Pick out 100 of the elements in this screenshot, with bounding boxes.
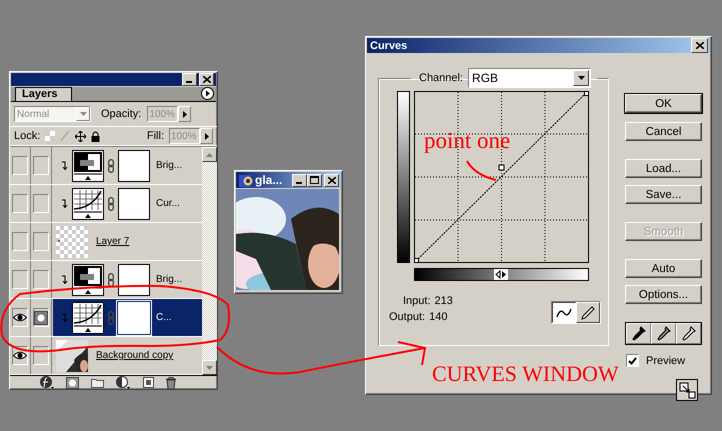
eye-icon[interactable] <box>13 351 27 360</box>
mask-thumbnail[interactable] <box>118 264 150 296</box>
link-icon[interactable] <box>108 272 114 286</box>
minimize-button[interactable] <box>292 174 307 186</box>
curves-thumbnail-icon <box>72 188 104 220</box>
maximize-icon <box>310 176 319 184</box>
mask-icon[interactable] <box>66 376 79 388</box>
close-button[interactable] <box>199 73 214 86</box>
brightness-thumbnail-icon <box>72 264 104 296</box>
layer-name: Brig... <box>156 274 182 285</box>
close-icon <box>696 42 704 49</box>
resize-toggle-icon[interactable] <box>676 379 698 401</box>
fill-arrow-button[interactable] <box>200 128 213 144</box>
dialog-button[interactable]: Load... <box>625 159 702 178</box>
dialog-button[interactable]: Save... <box>625 185 702 204</box>
annotation-text: point one <box>424 129 510 152</box>
visibility-toggle[interactable] <box>12 346 28 365</box>
channel-label: Channel: <box>419 72 464 84</box>
folder-icon[interactable] <box>91 378 104 388</box>
visibility-toggle[interactable] <box>12 194 28 213</box>
layer-row[interactable]: Layer 7 <box>53 223 202 260</box>
close-button[interactable] <box>691 38 708 53</box>
visibility-toggle[interactable] <box>12 270 28 289</box>
link-toggle[interactable] <box>33 270 49 289</box>
transparent-thumbnail-icon <box>56 226 88 258</box>
caret-right-icon <box>182 110 187 118</box>
pencil-icon <box>581 306 595 320</box>
window-title: Curves <box>370 40 408 52</box>
input-gradient-bar[interactable] <box>414 268 589 281</box>
layer-row[interactable]: Background copy <box>53 337 202 374</box>
eyedropper-icon[interactable] <box>632 326 646 341</box>
move-icon[interactable] <box>75 130 86 142</box>
caret-down-icon <box>206 366 213 370</box>
lock-label: Lock: <box>14 130 40 142</box>
curves-thumbnail-icon <box>72 302 104 334</box>
eye-icon[interactable] <box>13 313 27 322</box>
maximize-button[interactable] <box>307 174 322 186</box>
toggle-direction-icon[interactable] <box>494 269 508 280</box>
close-icon <box>202 76 210 83</box>
dialog-button[interactable]: Cancel <box>625 122 702 141</box>
curve-icon <box>556 306 572 318</box>
curve-tool[interactable] <box>552 302 576 323</box>
minimize-button[interactable] <box>182 73 197 86</box>
layer-name: Cur... <box>156 198 180 209</box>
mask-thumbnail[interactable] <box>118 188 150 220</box>
dialog-button[interactable]: OK <box>625 94 702 113</box>
layer-row[interactable]: Cur... <box>53 185 202 222</box>
caret-down-icon <box>578 76 585 80</box>
padlock-icon[interactable] <box>91 130 100 142</box>
output-value: 140 <box>429 311 448 323</box>
mask-thumbnail[interactable] <box>118 150 150 182</box>
preview-checkbox[interactable] <box>626 354 639 367</box>
caret-right-icon <box>204 132 208 140</box>
layer-style-icon[interactable] <box>40 376 54 389</box>
curve-graph[interactable] <box>414 91 589 263</box>
layers-tab[interactable]: Layers <box>15 87 72 101</box>
opacity-arrow-button[interactable] <box>178 106 192 122</box>
caret-down-icon <box>80 112 86 116</box>
layer-name: Layer 7 <box>96 236 130 247</box>
brightness-thumbnail-icon <box>72 150 104 182</box>
visibility-toggle[interactable] <box>12 232 28 251</box>
clip-arrow-icon <box>61 161 68 170</box>
close-icon <box>328 176 336 184</box>
scrollbar[interactable] <box>202 147 217 375</box>
fill-label: Fill: <box>146 130 164 142</box>
eyedropper-icon[interactable] <box>682 326 696 341</box>
link-toggle[interactable] <box>33 194 49 213</box>
mask-icon <box>34 310 48 324</box>
link-icon[interactable] <box>108 196 114 210</box>
dialog-button[interactable]: Options... <box>625 285 702 304</box>
link-icon[interactable] <box>108 158 114 172</box>
layer-name: Background copy <box>96 350 174 361</box>
pencil-tool[interactable] <box>576 302 600 323</box>
trash-icon[interactable] <box>166 376 176 388</box>
app-icon <box>239 173 253 187</box>
preview-label: Preview <box>646 354 686 366</box>
dialog-button[interactable]: Auto <box>625 259 702 278</box>
eyedropper-icon[interactable] <box>656 326 670 341</box>
layer-row[interactable]: Brig... <box>53 261 202 298</box>
close-button[interactable] <box>324 174 339 186</box>
layer-row[interactable]: Brig... <box>53 147 202 184</box>
channel-dropdown[interactable]: RGB <box>468 68 592 88</box>
link-toggle[interactable] <box>33 232 49 251</box>
visibility-toggle[interactable] <box>12 308 28 327</box>
annotation-text: CURVES WINDOW <box>432 363 619 385</box>
adjustment-layer-icon[interactable] <box>116 376 131 389</box>
visibility-toggle[interactable] <box>12 156 28 175</box>
new-layer-icon[interactable] <box>143 377 154 388</box>
link-toggle[interactable] <box>33 308 49 327</box>
input-value: 213 <box>434 295 453 307</box>
panel-menu-icon[interactable] <box>201 87 214 100</box>
caret-up-icon <box>206 152 213 156</box>
opacity-label: Opacity: <box>101 108 142 120</box>
layer-name: Brig... <box>156 160 182 171</box>
clip-arrow-icon <box>61 199 68 208</box>
link-toggle[interactable] <box>33 346 49 365</box>
link-toggle[interactable] <box>33 156 49 175</box>
layer-name: C... <box>156 312 172 323</box>
checkmark-icon <box>628 356 637 364</box>
input-label: Input: <box>403 295 431 307</box>
